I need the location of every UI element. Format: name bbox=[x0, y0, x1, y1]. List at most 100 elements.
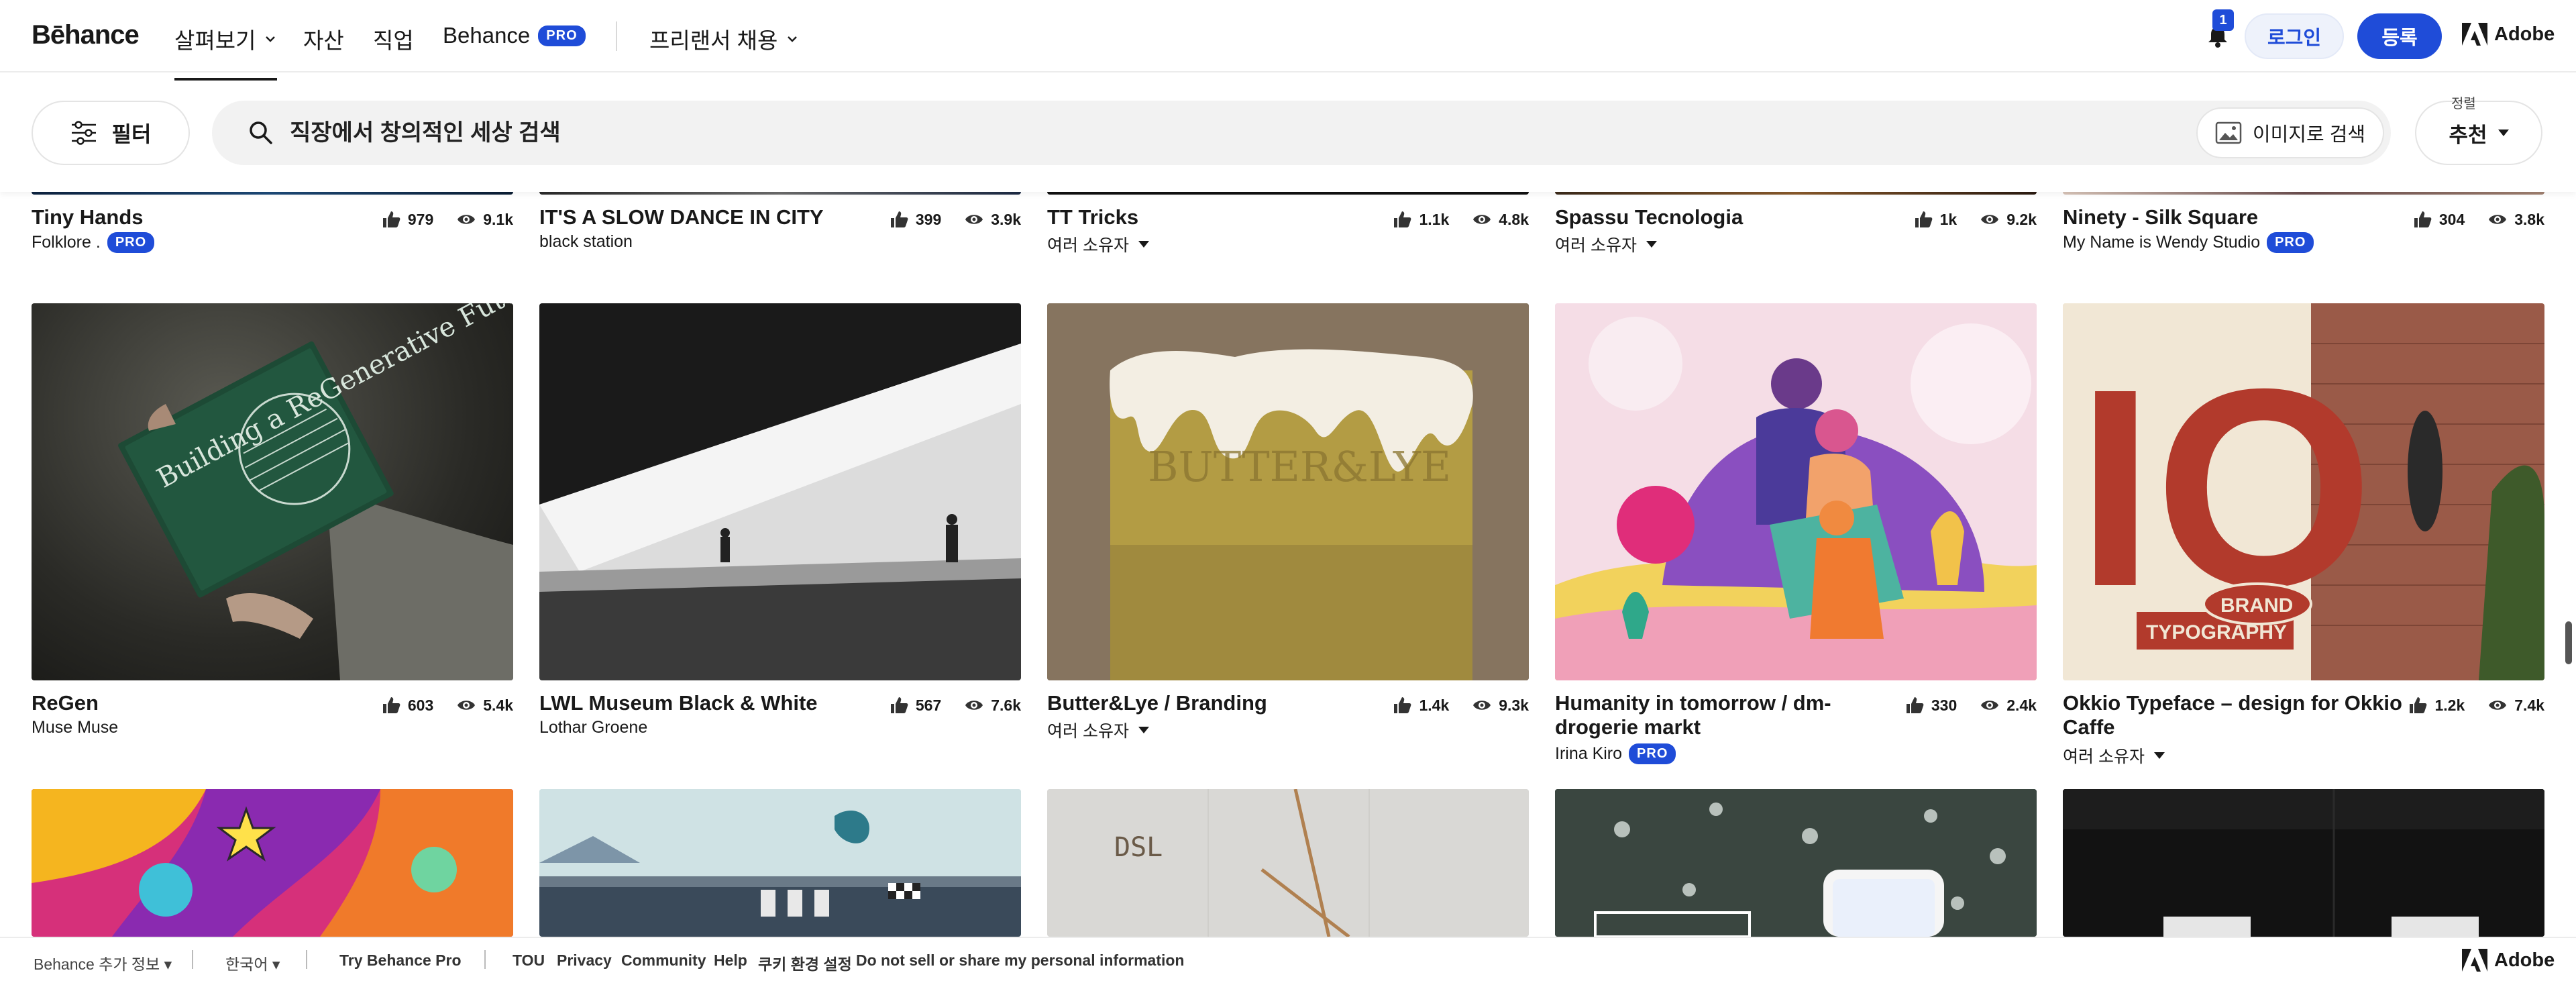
project-title[interactable]: Humanity in tomorrow / dm-drogerie markt bbox=[1555, 691, 1904, 739]
footer-adobe-link[interactable]: Adobe bbox=[2462, 949, 2555, 972]
project-title[interactable]: Okkio Typeface – design for Okkio Caffe bbox=[2063, 691, 2412, 739]
thumbs-up-icon bbox=[2410, 697, 2427, 713]
footer-community[interactable]: Community bbox=[621, 951, 706, 970]
footer-divider bbox=[484, 950, 486, 969]
project-title[interactable]: Spassu Tecnologia bbox=[1555, 205, 1904, 229]
like-count: 1.4k bbox=[1419, 696, 1450, 714]
sign-text: DSL bbox=[1114, 832, 1163, 863]
adobe-logo-icon bbox=[2462, 23, 2487, 46]
project-stats: 1.4k 9.3k bbox=[1392, 695, 1529, 715]
owner-name: black station bbox=[539, 232, 633, 251]
project-title[interactable]: LWL Museum Black & White bbox=[539, 691, 888, 715]
sort-label: 정렬 bbox=[2451, 97, 2476, 111]
project-title[interactable]: IT'S A SLOW DANCE IN CITY bbox=[539, 205, 888, 229]
pro-badge: PRO bbox=[1629, 743, 1676, 764]
project-thumbnail[interactable]: DSL bbox=[1047, 789, 1529, 937]
eye-icon bbox=[1981, 215, 1999, 224]
view-count: 5.4k bbox=[483, 696, 513, 714]
project-owner[interactable]: Folklore . PRO bbox=[32, 232, 155, 253]
project-title[interactable]: TT Tricks bbox=[1047, 205, 1396, 229]
pro-badge: PRO bbox=[538, 25, 586, 46]
nav-behance-label: Behance bbox=[443, 23, 531, 48]
footer-try-pro[interactable]: Try Behance Pro bbox=[339, 951, 462, 970]
notification-count-badge: 1 bbox=[2212, 9, 2234, 31]
museum-photo bbox=[539, 303, 1021, 680]
project-owner[interactable]: Muse Muse bbox=[32, 718, 118, 737]
image-search-button[interactable]: 이미지로 검색 bbox=[2196, 107, 2384, 158]
adobe-link[interactable]: Adobe bbox=[2462, 23, 2555, 46]
project-owner-multiple[interactable]: 여러 소유자 bbox=[1555, 232, 1657, 256]
dark-product-photo bbox=[2063, 789, 2544, 937]
soap-photo: BUTTER&LYE bbox=[1047, 303, 1529, 680]
filter-button[interactable]: 필터 bbox=[32, 101, 190, 165]
footer-do-not-sell[interactable]: Do not sell or share my personal informa… bbox=[856, 951, 1184, 970]
book-illustration: Building a ReGenerative Future bbox=[118, 303, 513, 680]
eye-icon bbox=[965, 701, 983, 710]
like-count: 399 bbox=[915, 210, 942, 228]
project-thumbnail[interactable]: Building a ReGenerative Future bbox=[32, 303, 513, 680]
nav-assets[interactable]: 자산 bbox=[303, 23, 344, 55]
project-title[interactable]: ReGen bbox=[32, 691, 380, 715]
project-thumbnail[interactable] bbox=[32, 789, 513, 937]
footer-divider bbox=[192, 950, 193, 969]
adobe-logo-icon bbox=[2462, 949, 2487, 972]
colorful-illustration bbox=[32, 789, 513, 937]
footer-tou[interactable]: TOU bbox=[513, 951, 545, 970]
view-count: 9.3k bbox=[1499, 696, 1529, 714]
project-thumbnail[interactable] bbox=[1555, 789, 2037, 937]
project-thumbnail[interactable] bbox=[539, 303, 1021, 680]
typeface-poster: IO TYPOGRAPHY BRAND bbox=[2063, 303, 2544, 680]
project-owner-multiple[interactable]: 여러 소유자 bbox=[1047, 232, 1149, 256]
nav-behance-pro[interactable]: Behance PRO bbox=[443, 23, 586, 48]
view-count: 4.8k bbox=[1499, 210, 1529, 228]
project-title[interactable]: Tiny Hands bbox=[32, 205, 380, 229]
search-toolbar: 필터 bbox=[0, 72, 2576, 192]
thumbs-up-icon bbox=[382, 211, 400, 227]
project-owner[interactable]: black station bbox=[539, 232, 633, 252]
project-owner[interactable]: Lothar Groene bbox=[539, 718, 647, 737]
nav-jobs[interactable]: 직업 bbox=[373, 23, 414, 55]
sort-dropdown[interactable]: 추천 bbox=[2415, 101, 2542, 165]
nav-explore[interactable]: 살펴보기 bbox=[174, 23, 278, 81]
footer-help[interactable]: Help bbox=[714, 951, 747, 970]
project-title[interactable]: Ninety - Silk Square bbox=[2063, 205, 2412, 229]
view-count: 9.2k bbox=[2006, 210, 2037, 228]
image-search-label: 이미지로 검색 bbox=[2252, 124, 2366, 146]
footer-privacy[interactable]: Privacy bbox=[557, 951, 612, 970]
eye-icon bbox=[1473, 215, 1491, 224]
footer-language[interactable]: 한국어 ▾ bbox=[225, 951, 280, 974]
project-title[interactable]: Butter&Lye / Branding bbox=[1047, 691, 1396, 715]
owner-name: Irina Kiro bbox=[1555, 744, 1623, 763]
nav-hire-freelancers[interactable]: 프리랜서 채용 bbox=[649, 23, 799, 55]
project-owner[interactable]: Irina Kiro PRO bbox=[1555, 743, 1676, 764]
footer-more-info[interactable]: Behance 추가 정보 ▾ bbox=[34, 951, 172, 974]
caret-down-icon bbox=[2153, 752, 2165, 759]
project-thumbnail[interactable] bbox=[1555, 303, 2037, 680]
login-button[interactable]: 로그인 bbox=[2245, 13, 2344, 59]
project-thumbnail[interactable] bbox=[2063, 789, 2544, 937]
project-thumbnail[interactable]: BUTTER&LYE bbox=[1047, 303, 1529, 680]
behance-logo[interactable]: Bēhance bbox=[32, 20, 140, 50]
thumbs-up-icon bbox=[890, 211, 908, 227]
page-scrollbar-thumb[interactable] bbox=[2565, 621, 2572, 664]
illustration-people bbox=[1555, 303, 2037, 680]
like-count: 1.2k bbox=[2434, 696, 2465, 714]
project-thumbnail[interactable]: IO TYPOGRAPHY BRAND bbox=[2063, 303, 2544, 680]
search-input[interactable] bbox=[290, 113, 1967, 153]
owner-name: 여러 소유자 bbox=[1047, 236, 1129, 255]
project-stats: 399 3.9k bbox=[889, 209, 1021, 229]
project-thumbnail[interactable] bbox=[539, 789, 1021, 937]
signup-button[interactable]: 등록 bbox=[2357, 13, 2442, 59]
footer-cookie-settings[interactable]: 쿠키 환경 설정 bbox=[758, 951, 852, 974]
project-owner-multiple[interactable]: 여러 소유자 bbox=[1047, 718, 1149, 742]
project-owner-multiple[interactable]: 여러 소유자 bbox=[2063, 743, 2165, 768]
caret-down-icon bbox=[1138, 727, 1149, 733]
view-count: 9.1k bbox=[483, 210, 513, 228]
eye-icon bbox=[1473, 701, 1491, 710]
project-stats: 979 9.1k bbox=[381, 209, 513, 229]
project-owner[interactable]: My Name is Wendy Studio PRO bbox=[2063, 232, 2314, 253]
owner-name: Folklore . bbox=[32, 233, 101, 252]
eye-icon bbox=[458, 215, 476, 224]
search-icon bbox=[250, 121, 272, 144]
footer-adobe-label: Adobe bbox=[2494, 949, 2555, 971]
